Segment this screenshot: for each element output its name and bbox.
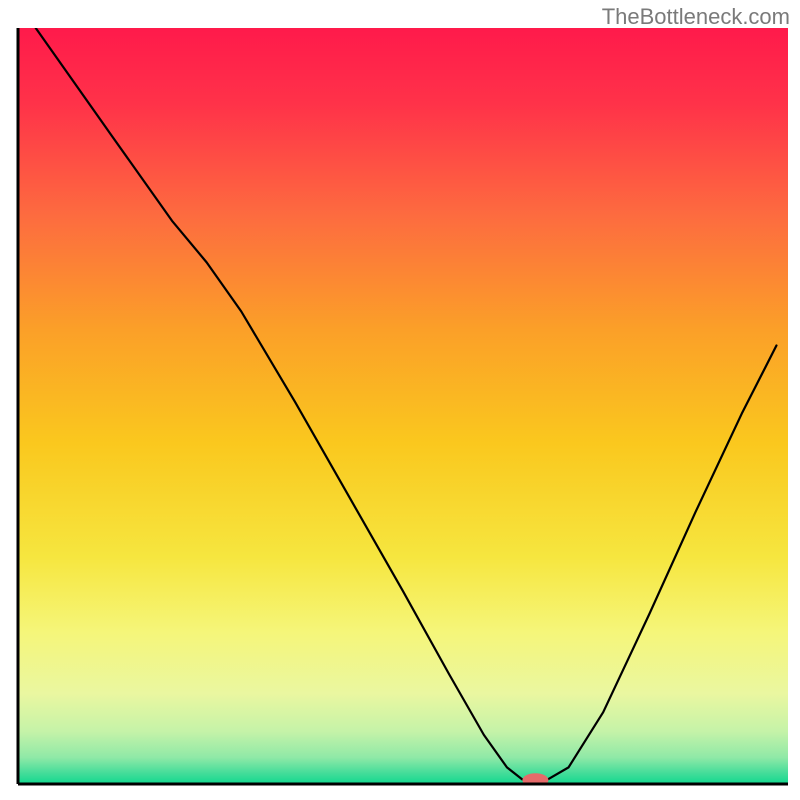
watermark-text: TheBottleneck.com [602,4,790,30]
bottleneck-chart: TheBottleneck.com [0,0,800,800]
gradient-background [18,28,788,784]
chart-svg [0,0,800,800]
